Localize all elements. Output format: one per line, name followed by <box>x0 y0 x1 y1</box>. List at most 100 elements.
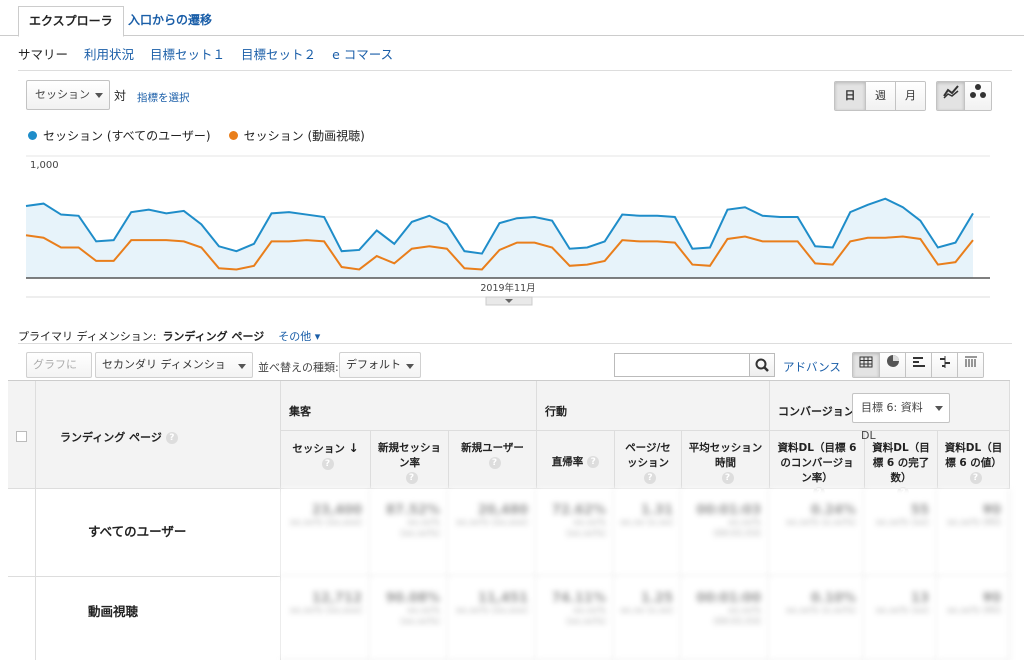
help-icon[interactable]: ? <box>721 472 734 484</box>
table-cell: 11,451 xx.xx% (xx,xxx) <box>449 577 537 660</box>
legend-dot-icon <box>228 131 238 140</box>
period-toggle: 日 週 月 <box>834 81 926 111</box>
col-sessions[interactable]: セッション ↓? <box>281 431 371 489</box>
help-icon[interactable]: ? <box>644 472 656 484</box>
goal-select[interactable]: 目標 6: 資料DL <box>852 393 950 442</box>
primary-dimension-row: プライマリ ディメンション: ランディング ページ その他 ▾ <box>18 328 320 344</box>
search-icon <box>755 358 769 372</box>
landing-page-column-header[interactable]: ランディング ページ? <box>36 381 281 489</box>
subnav-goalset-2[interactable]: 目標セット２ <box>241 44 316 64</box>
table-cell: 20,480 xx.xx% (xx,xxx) <box>449 489 537 577</box>
chevron-down-icon <box>406 364 414 369</box>
subnav-ecommerce[interactable]: e コマース <box>332 44 393 64</box>
series-area-all-users <box>26 198 973 278</box>
subnav-goalset-1[interactable]: 目標セット１ <box>150 44 225 64</box>
chart-type-toggle <box>936 81 992 111</box>
chart-legend: セッション (すべてのユーザー) セッション (動画視聴) <box>28 127 365 144</box>
period-month-button[interactable]: 月 <box>895 82 925 110</box>
tab-explorer[interactable]: エクスプローラ <box>18 6 124 37</box>
table-cell: 87.52% xx.xx% (xx.xx%) <box>371 489 449 577</box>
legend-item-video[interactable]: セッション (動画視聴) <box>228 127 365 144</box>
table-cell: 55 xx.xx% (xx) <box>865 489 938 577</box>
help-icon[interactable]: ? <box>488 457 501 469</box>
table-search-input[interactable] <box>614 353 750 377</box>
sessions-line-chart: 1,0005002019年11月 <box>25 155 990 306</box>
legend-label: セッション (すべてのユーザー) <box>43 129 211 143</box>
pick-metric-link[interactable]: 指標を選択 <box>137 90 190 105</box>
table-view-toggle <box>852 352 984 378</box>
primary-dimension-label: プライマリ ディメンション: <box>18 330 157 343</box>
table-cell: 72.62% xx.xx% (xx.xx%) <box>537 489 615 577</box>
legend-item-all-users[interactable]: セッション (すべてのユーザー) <box>28 127 211 144</box>
col-pages-per-session[interactable]: ページ/セッション? <box>615 431 682 489</box>
bar-view-icon[interactable] <box>905 353 931 377</box>
row-checkbox-cell <box>8 489 36 577</box>
table-cell: 1.25 xx.xx (x.xx) <box>615 577 682 660</box>
col-avg-session-duration[interactable]: 平均セッション時間? <box>682 431 770 489</box>
table-cell: ¥0 xx.xx% (¥0) <box>938 489 1010 577</box>
table-cell: ¥0 xx.xx% (¥0) <box>938 577 1010 660</box>
explorer-subnav: サマリー 利用状況 目標セット１ 目標セット２ e コマース <box>18 44 393 64</box>
col-goal6-value[interactable]: 資料DL（目標 6 の値）? <box>938 431 1010 489</box>
subnav-summary[interactable]: サマリー <box>18 44 68 64</box>
motion-chart-icon[interactable] <box>964 82 991 110</box>
behavior-group-header: 行動 <box>537 381 770 431</box>
line-chart-icon[interactable] <box>937 82 964 110</box>
period-day-button[interactable]: 日 <box>835 82 865 110</box>
table-cell: 00:01:03 xx.xx% (00:01:03) <box>682 489 770 577</box>
sort-type-label: 並べ替えの種類: <box>258 361 339 374</box>
subnav-usage[interactable]: 利用状況 <box>84 44 134 64</box>
y-tick-label: 1,000 <box>30 160 59 171</box>
divider <box>18 343 1012 344</box>
versus-label: 対 <box>114 89 127 103</box>
pivot-view-icon[interactable] <box>957 353 983 377</box>
column-header-label: ランディング ページ <box>60 431 162 444</box>
table-cell: 0.10% xx.xx% (x.xx%) <box>770 577 865 660</box>
search-button[interactable] <box>749 353 775 377</box>
acquisition-group-header: 集客 <box>281 381 537 431</box>
select-all-cell <box>8 381 36 489</box>
divider <box>18 70 1012 71</box>
table-cell: 1.31 xx.xx (x.xx) <box>615 489 682 577</box>
select-all-checkbox[interactable] <box>16 431 27 442</box>
chevron-down-icon <box>238 364 246 369</box>
primary-dimension-value[interactable]: ランディング ページ <box>162 328 264 344</box>
table-cell: 13 xx.xx% (xx) <box>865 577 938 660</box>
row-label-all-users: すべてのユーザー <box>36 489 281 577</box>
help-icon[interactable]: ? <box>587 456 600 468</box>
sort-type-value: デフォルト <box>346 358 401 371</box>
other-dimension-link[interactable]: その他 ▾ <box>278 328 320 344</box>
row-checkbox-cell <box>8 577 36 660</box>
metric-select-value: セッション <box>35 88 90 101</box>
help-icon[interactable]: ? <box>405 472 418 484</box>
table-cell: 23,400 xx.xx% (xx,xxx) <box>281 489 371 577</box>
table-cell: 12,712 xx.xx% (xx,xxx) <box>281 577 371 660</box>
help-icon[interactable]: ? <box>969 472 982 484</box>
table-cell: 90.08% xx.xx% (xx.xx%) <box>371 577 449 660</box>
help-icon[interactable]: ? <box>165 432 178 444</box>
legend-dot-icon <box>28 131 37 140</box>
table-view-icon[interactable] <box>853 353 879 377</box>
table-cell: 74.11% xx.xx% (xx.xx%) <box>537 577 615 660</box>
col-bounce-rate[interactable]: 直帰率? <box>537 431 615 489</box>
sort-type-select[interactable]: デフォルト <box>339 352 421 378</box>
col-new-session-rate[interactable]: 新規セッション率? <box>371 431 449 489</box>
compare-view-icon[interactable] <box>931 353 957 377</box>
metric-select[interactable]: セッション <box>26 80 110 110</box>
chevron-down-icon <box>95 93 103 98</box>
table-cell: 0.24% xx.xx% (x.xx%) <box>770 489 865 577</box>
table-cell: 00:01:00 xx.xx% (00:01:03) <box>682 577 770 660</box>
legend-label: セッション (動画視聴) <box>243 129 365 143</box>
chevron-down-icon <box>935 406 943 411</box>
pie-view-icon[interactable] <box>879 353 905 377</box>
tab-entrance-paths[interactable]: 入口からの遷移 <box>118 6 222 37</box>
x-axis-label: 2019年11月 <box>480 282 535 294</box>
row-label-video: 動画視聴 <box>36 577 281 660</box>
period-week-button[interactable]: 週 <box>865 82 895 110</box>
secondary-dimension-select[interactable]: セカンダリ ディメンション <box>95 352 253 395</box>
col-new-users[interactable]: 新規ユーザー? <box>449 431 537 489</box>
advanced-filter-link[interactable]: アドバンス <box>783 359 841 375</box>
help-icon[interactable]: ? <box>321 458 334 470</box>
col-goal6-conversion-rate[interactable]: 資料DL（目標 6 のコンバージョン率）? <box>770 431 865 499</box>
plot-rows-button[interactable]: グラフに表示 <box>26 352 92 395</box>
